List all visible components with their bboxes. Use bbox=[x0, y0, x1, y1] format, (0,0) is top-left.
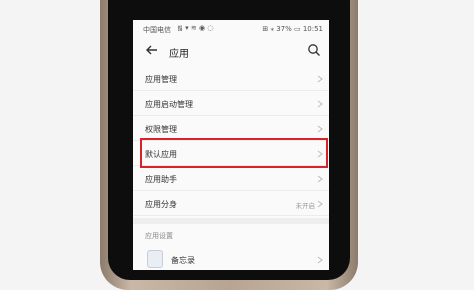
page-title: 应用 bbox=[169, 49, 189, 60]
app-item-label[interactable]: 备忘录 bbox=[171, 255, 195, 266]
chevron-right-icon bbox=[317, 125, 323, 133]
highlight-box bbox=[140, 138, 328, 168]
memo-app-icon bbox=[147, 250, 163, 268]
chevron-right-icon bbox=[317, 256, 323, 264]
menu-item-label: 应用启动管理 bbox=[145, 100, 193, 109]
title-bar: 应用 bbox=[133, 38, 329, 66]
carrier-label: 中国电信 bbox=[143, 26, 171, 34]
menu-item-label: 应用管理 bbox=[145, 75, 177, 84]
signal-icons: ᯾ ▾ ≋ ◉ ◌ bbox=[177, 24, 214, 32]
chevron-right-icon bbox=[317, 175, 323, 183]
status-bar: 中国电信 ᯾ ▾ ≋ ◉ ◌ ⊞ ⁎ 37% ▭ 10:51 bbox=[133, 20, 329, 38]
menu-item-app-twin[interactable]: 应用分身 未开启 bbox=[133, 191, 329, 216]
menu-item-label: 应用分身 bbox=[145, 200, 177, 209]
search-icon[interactable] bbox=[307, 43, 321, 57]
menu-item-label: 权限管理 bbox=[145, 125, 177, 134]
status-right: ⊞ ⁎ 37% ▭ 10:51 bbox=[262, 25, 323, 33]
menu-item-app-management[interactable]: 应用管理 bbox=[133, 66, 329, 91]
chevron-right-icon bbox=[317, 100, 323, 108]
chevron-right-icon bbox=[317, 75, 323, 83]
section-header: 应用设置 bbox=[145, 232, 173, 240]
section-divider bbox=[133, 218, 329, 224]
menu-item-app-assistant[interactable]: 应用助手 bbox=[133, 166, 329, 191]
menu-item-startup-management[interactable]: 应用启动管理 bbox=[133, 91, 329, 116]
photo-scene: 中国电信 ᯾ ▾ ≋ ◉ ◌ ⊞ ⁎ 37% ▭ 10:51 应用 应用管理 应… bbox=[0, 0, 474, 290]
chevron-right-icon bbox=[317, 200, 323, 208]
menu-item-label: 应用助手 bbox=[145, 175, 177, 184]
back-arrow-icon[interactable] bbox=[145, 43, 159, 57]
menu-item-value: 未开启 bbox=[295, 202, 316, 210]
